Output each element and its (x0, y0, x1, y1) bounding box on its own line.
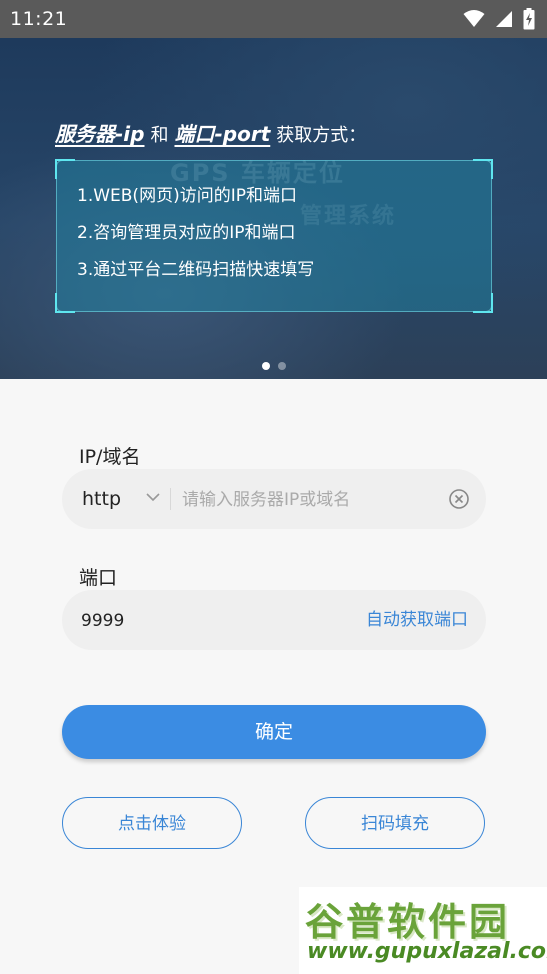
status-bar: 11:21 (0, 0, 547, 38)
ip-input[interactable] (180, 479, 444, 521)
port-label: 端口 (79, 567, 118, 589)
banner-info-box: 1.WEB(网页)访问的IP和端口 2.咨询管理员对应的IP和端口 3.通过平台… (55, 159, 493, 313)
wifi-icon (463, 10, 485, 27)
page-dot-active[interactable] (261, 362, 270, 370)
box-corner (55, 293, 75, 313)
box-corner (55, 159, 75, 179)
banner-info-item: 2.咨询管理员对应的IP和端口 (77, 223, 296, 243)
page-indicator (0, 362, 547, 370)
field-divider (170, 488, 171, 510)
banner-info-item: 3.通过平台二维码扫描快速填写 (77, 260, 315, 280)
ip-field: http (62, 469, 486, 529)
signal-icon (496, 11, 512, 27)
status-icons (463, 8, 535, 30)
port-field: 自动获取端口 (62, 590, 486, 650)
box-corner (473, 159, 493, 179)
ip-label: IP/域名 (79, 446, 141, 468)
watermark: 谷普软件园 www.gupuxlazal.com (299, 887, 547, 974)
banner-heading-suffix: 获取方式： (276, 125, 367, 146)
banner-heading: 服务器-ip 和端口-port 获取方式： (55, 118, 372, 147)
banner-heading-port: 端口-port (174, 122, 271, 146)
auto-port-link[interactable]: 自动获取端口 (366, 590, 468, 650)
scan-fill-button[interactable]: 扫码填充 (305, 797, 485, 849)
banner-carousel[interactable]: GPS 车辆定位 管理系统 服务器-ip 和端口-port 获取方式： 1.WEB(… (0, 38, 547, 379)
port-input[interactable] (79, 600, 313, 642)
battery-icon (523, 8, 535, 30)
protocol-select-value[interactable]: http (82, 469, 121, 529)
watermark-url: www.gupuxlazal.com (307, 939, 547, 964)
banner-heading-and: 和 (150, 125, 169, 146)
page-dot[interactable] (277, 362, 286, 370)
try-button[interactable]: 点击体验 (62, 797, 242, 849)
chevron-down-icon[interactable] (146, 492, 160, 502)
status-time: 11:21 (10, 8, 68, 30)
banner-info-item: 1.WEB(网页)访问的IP和端口 (77, 186, 297, 206)
banner-heading-ip: 服务器-ip (55, 122, 145, 146)
watermark-title: 谷普软件园 (305, 900, 511, 944)
box-corner (473, 293, 493, 313)
confirm-button[interactable]: 确定 (62, 705, 486, 759)
clear-icon[interactable] (448, 488, 470, 510)
